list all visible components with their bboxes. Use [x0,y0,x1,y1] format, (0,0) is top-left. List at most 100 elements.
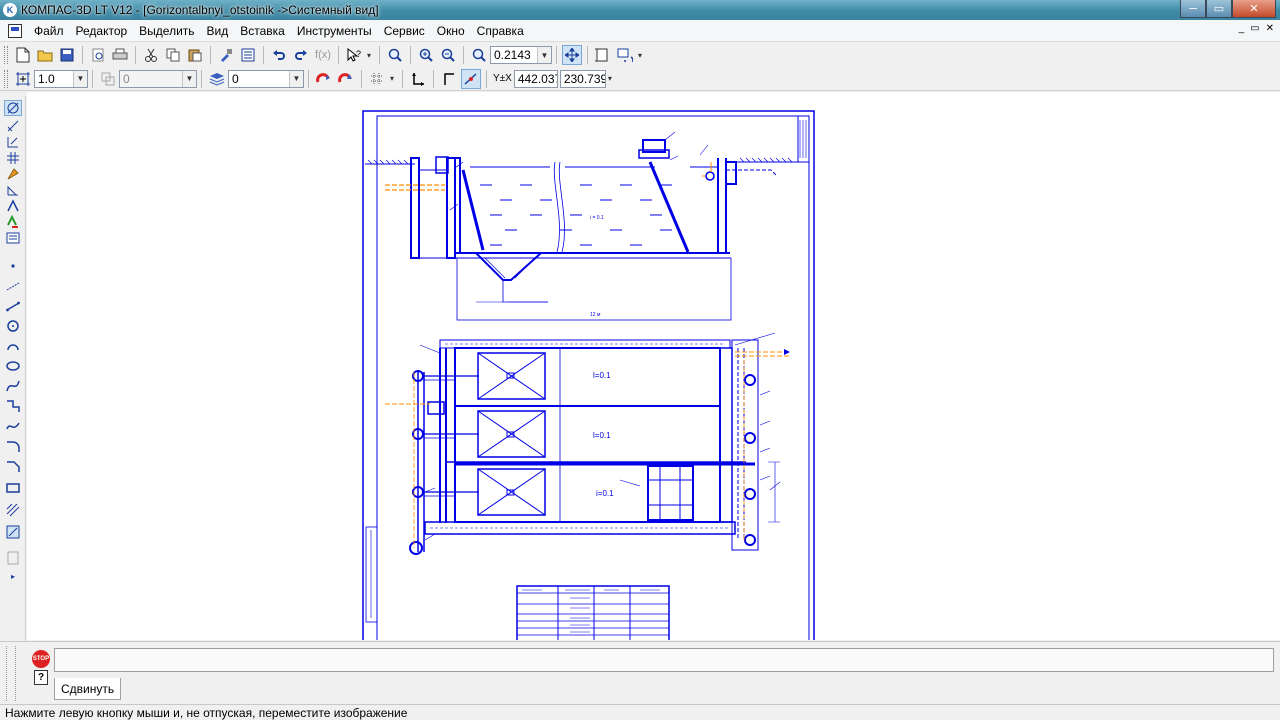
zoom-combo[interactable]: 0.2143 ▼ [490,46,552,64]
chamfer-icon[interactable] [4,458,22,474]
ortho-mode-icon[interactable] [439,69,459,89]
function-icon[interactable]: f(x) [313,45,333,65]
menu-edit[interactable]: Редактор [70,24,134,38]
coord-x-field[interactable]: 442.037 [513,69,558,88]
aux-line-icon[interactable] [4,278,22,294]
drawing-canvas[interactable]: i = 0.1 12 м l=0.1 l=0.1 i=0.1 [27,92,1280,652]
document-icon[interactable] [8,23,22,38]
format-brush-icon[interactable] [216,45,236,65]
refresh-view-icon[interactable] [615,45,635,65]
segment-icon[interactable] [4,298,22,314]
pan-icon[interactable] [562,45,582,65]
menu-tools[interactable]: Инструменты [291,24,378,38]
reports-panel-icon[interactable] [4,230,22,246]
layer-combo[interactable]: 0 ▼ [119,69,197,88]
maximize-button[interactable]: ▭ [1206,0,1232,18]
panel-grip[interactable] [6,646,16,701]
menu-view[interactable]: Вид [201,24,235,38]
paste-icon[interactable] [185,45,205,65]
open-folder-icon[interactable] [35,45,55,65]
round-icon[interactable] [461,68,481,89]
cut-icon[interactable] [141,45,161,65]
print-icon[interactable] [110,45,130,65]
measure-panel-icon[interactable] [4,182,22,198]
menu-select[interactable]: Выделить [133,24,200,38]
zoom-scale-icon[interactable] [469,45,489,65]
arc-icon[interactable] [4,338,22,354]
dimensions-panel-icon[interactable] [4,118,22,134]
style-combo[interactable]: 0 ▼ [228,69,304,88]
menu-service[interactable]: Сервис [378,24,431,38]
window-title: КОМПАС-3D LT V12 - [Gorizontalbnyi_otsto… [21,3,379,17]
toolbar-overflow-icon[interactable]: ▾ [390,74,398,83]
chevron-down-icon[interactable]: ▼ [537,47,551,63]
ellipse-icon[interactable] [4,358,22,374]
bezier-icon[interactable] [4,418,22,434]
select-panel-icon[interactable] [4,198,22,214]
mdi-restore-button[interactable]: ▭ [1250,23,1259,34]
circle-icon[interactable] [4,318,22,334]
layer-state-icon[interactable] [98,69,118,89]
current-state-toolbar: 1.0 ▼ 0 ▼ 0 ▼ ▾ Y±X 442.037 230.739 ▾ [0,67,1280,91]
menu-window[interactable]: Окно [431,24,471,38]
svg-text:?: ? [356,49,361,59]
toolbar-grip[interactable] [4,46,8,64]
stop-command-button[interactable]: STOP [32,650,50,668]
plan-slope-label-2: l=0.1 [593,431,611,440]
properties-icon[interactable] [238,45,258,65]
hatch-icon[interactable] [4,502,22,518]
new-document-icon[interactable] [13,45,33,65]
zoom-window-icon[interactable] [385,45,405,65]
help-icon[interactable]: ? [34,670,48,685]
step-value: 1.0 [38,71,55,86]
toolbar-overflow-icon[interactable]: ▾ [608,74,616,83]
annotations-panel-icon[interactable] [4,134,22,150]
redo-icon[interactable] [291,45,311,65]
step-combo[interactable]: 1.0 ▼ [34,69,88,88]
contour-icon[interactable] [4,524,22,540]
save-icon[interactable] [57,45,77,65]
coord-y-field[interactable]: 230.739 [559,69,606,88]
toolbar-grip[interactable] [4,69,8,88]
fillet-icon[interactable] [4,438,22,454]
close-button[interactable]: ✕ [1232,0,1276,18]
menu-file[interactable]: Файл [28,24,70,38]
drawing-sheet[interactable]: i = 0.1 12 м l=0.1 l=0.1 i=0.1 [27,92,1280,652]
snap-magnet-icon[interactable] [314,69,334,89]
minimize-button[interactable]: ─ [1180,0,1206,18]
cursor-step-icon[interactable] [13,69,33,89]
grid-icon[interactable] [367,69,387,89]
toolbar-overflow-icon[interactable]: ▾ [638,51,646,60]
style-value: 0 [232,71,239,86]
local-snap-icon[interactable] [336,69,356,89]
copy-icon[interactable] [163,45,183,65]
print-preview-icon[interactable] [88,45,108,65]
menu-help[interactable]: Справка [471,24,530,38]
local-cs-icon[interactable] [408,69,428,89]
edit-panel-icon[interactable] [4,150,22,166]
mdi-close-button[interactable]: ✕ [1266,23,1274,34]
undo-icon[interactable] [269,45,289,65]
help-pointer-icon[interactable]: ? [344,45,364,65]
menu-insert[interactable]: Вставка [234,24,291,38]
chevron-down-icon[interactable]: ▼ [73,70,87,87]
geometry-panel-icon[interactable] [4,100,22,116]
spline-icon[interactable] [4,378,22,394]
tab-move[interactable]: Сдвинуть [54,678,122,700]
point-icon[interactable] [4,258,22,274]
polyline-icon[interactable] [4,398,22,414]
toolbar-overflow-icon[interactable]: ▾ [367,51,375,60]
style-layers-icon[interactable] [207,69,227,89]
zoom-out-icon[interactable] [438,45,458,65]
spec-panel-icon[interactable] [4,214,22,230]
zoom-in-icon[interactable] [416,45,436,65]
rectangle-icon[interactable] [4,480,22,496]
show-all-icon[interactable] [593,45,613,65]
parametrization-panel-icon[interactable] [4,166,22,182]
more-tools-icon[interactable]: ▸ [4,568,22,584]
status-text: Нажмите левую кнопку мыши и, не отпуская… [5,705,408,720]
chevron-down-icon[interactable]: ▼ [182,70,196,87]
macro-icon[interactable] [4,550,22,566]
chevron-down-icon[interactable]: ▼ [289,70,303,87]
mdi-minimize-button[interactable]: _ [1239,23,1245,34]
